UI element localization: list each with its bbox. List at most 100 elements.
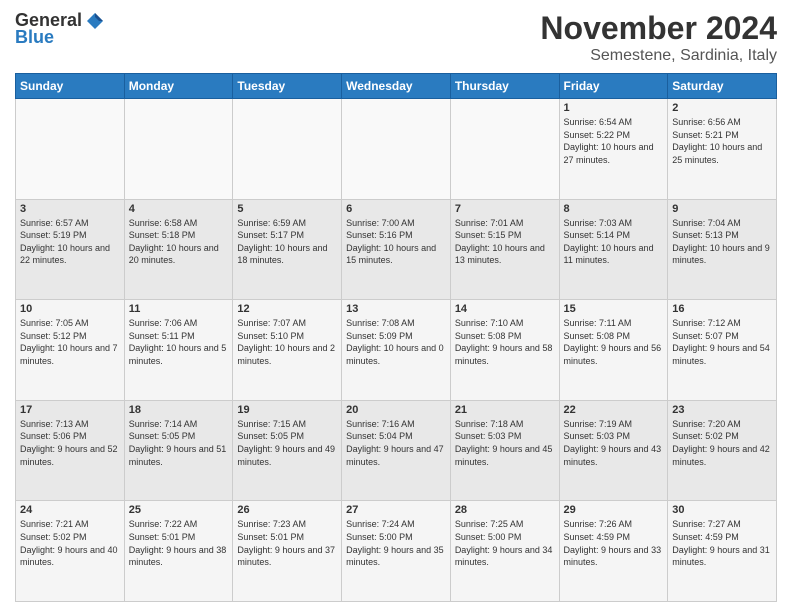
calendar-cell: 26 Sunrise: 7:23 AM Sunset: 5:01 PM Dayli… xyxy=(233,501,342,602)
day-number: 30 xyxy=(672,504,772,516)
calendar-cell: 12 Sunrise: 7:07 AM Sunset: 5:10 PM Dayli… xyxy=(233,300,342,401)
day-info: Sunrise: 7:05 AM Sunset: 5:12 PM Dayligh… xyxy=(20,317,120,367)
day-number: 16 xyxy=(672,303,772,315)
day-info: Sunrise: 7:18 AM Sunset: 5:03 PM Dayligh… xyxy=(455,418,555,468)
day-number: 7 xyxy=(455,203,555,215)
calendar-cell: 8 Sunrise: 7:03 AM Sunset: 5:14 PM Daylig… xyxy=(559,199,668,300)
day-header-saturday: Saturday xyxy=(668,74,777,99)
day-number: 5 xyxy=(237,203,337,215)
month-year: November 2024 xyxy=(540,10,777,47)
day-number: 9 xyxy=(672,203,772,215)
day-number: 4 xyxy=(129,203,229,215)
day-info: Sunrise: 7:03 AM Sunset: 5:14 PM Dayligh… xyxy=(564,217,664,267)
calendar-week-4: 17 Sunrise: 7:13 AM Sunset: 5:06 PM Dayli… xyxy=(16,400,777,501)
calendar-week-2: 3Sunrise: 6:57 AM Sunset: 5:19 PM Daylig… xyxy=(16,199,777,300)
day-info: Sunrise: 7:27 AM Sunset: 4:59 PM Dayligh… xyxy=(672,518,772,568)
title-block: November 2024 Semestene, Sardinia, Italy xyxy=(540,10,777,65)
calendar-cell: 22 Sunrise: 7:19 AM Sunset: 5:03 PM Dayli… xyxy=(559,400,668,501)
calendar-cell: 17 Sunrise: 7:13 AM Sunset: 5:06 PM Dayli… xyxy=(16,400,125,501)
day-info: Sunrise: 7:04 AM Sunset: 5:13 PM Dayligh… xyxy=(672,217,772,267)
day-info: Sunrise: 7:00 AM Sunset: 5:16 PM Dayligh… xyxy=(346,217,446,267)
day-info: Sunrise: 7:23 AM Sunset: 5:01 PM Dayligh… xyxy=(237,518,337,568)
calendar-cell: 20Sunrise: 7:16 AM Sunset: 5:04 PM Dayli… xyxy=(342,400,451,501)
day-number: 10 xyxy=(20,303,120,315)
day-info: Sunrise: 7:20 AM Sunset: 5:02 PM Dayligh… xyxy=(672,418,772,468)
calendar-cell: 7 Sunrise: 7:01 AM Sunset: 5:15 PM Daylig… xyxy=(450,199,559,300)
day-info: Sunrise: 7:11 AM Sunset: 5:08 PM Dayligh… xyxy=(564,317,664,367)
day-number: 1 xyxy=(564,102,664,114)
calendar-cell: 3Sunrise: 6:57 AM Sunset: 5:19 PM Daylig… xyxy=(16,199,125,300)
calendar-cell: 29 Sunrise: 7:26 AM Sunset: 4:59 PM Dayli… xyxy=(559,501,668,602)
calendar-cell: 21 Sunrise: 7:18 AM Sunset: 5:03 PM Dayli… xyxy=(450,400,559,501)
day-number: 18 xyxy=(129,404,229,416)
calendar-cell: 1Sunrise: 6:54 AM Sunset: 5:22 PM Daylig… xyxy=(559,99,668,200)
calendar-cell: 14Sunrise: 7:10 AM Sunset: 5:08 PM Dayli… xyxy=(450,300,559,401)
day-info: Sunrise: 7:01 AM Sunset: 5:15 PM Dayligh… xyxy=(455,217,555,267)
calendar-cell: 16 Sunrise: 7:12 AM Sunset: 5:07 PM Dayli… xyxy=(668,300,777,401)
day-number: 13 xyxy=(346,303,446,315)
day-header-friday: Friday xyxy=(559,74,668,99)
day-info: Sunrise: 7:19 AM Sunset: 5:03 PM Dayligh… xyxy=(564,418,664,468)
day-info: Sunrise: 7:13 AM Sunset: 5:06 PM Dayligh… xyxy=(20,418,120,468)
calendar-header-row: SundayMondayTuesdayWednesdayThursdayFrid… xyxy=(16,74,777,99)
day-number: 23 xyxy=(672,404,772,416)
calendar-cell: 28Sunrise: 7:25 AM Sunset: 5:00 PM Dayli… xyxy=(450,501,559,602)
day-number: 17 xyxy=(20,404,120,416)
calendar-cell xyxy=(450,99,559,200)
day-header-sunday: Sunday xyxy=(16,74,125,99)
calendar-cell: 18 Sunrise: 7:14 AM Sunset: 5:05 PM Dayli… xyxy=(124,400,233,501)
calendar-cell: 25 Sunrise: 7:22 AM Sunset: 5:01 PM Dayli… xyxy=(124,501,233,602)
day-info: Sunrise: 7:12 AM Sunset: 5:07 PM Dayligh… xyxy=(672,317,772,367)
day-number: 25 xyxy=(129,504,229,516)
day-info: Sunrise: 7:25 AM Sunset: 5:00 PM Dayligh… xyxy=(455,518,555,568)
calendar-cell: 11Sunrise: 7:06 AM Sunset: 5:11 PM Dayli… xyxy=(124,300,233,401)
calendar-cell: 4 Sunrise: 6:58 AM Sunset: 5:18 PM Daylig… xyxy=(124,199,233,300)
calendar-cell: 5Sunrise: 6:59 AM Sunset: 5:17 PM Daylig… xyxy=(233,199,342,300)
calendar-cell: 2Sunrise: 6:56 AM Sunset: 5:21 PM Daylig… xyxy=(668,99,777,200)
calendar-cell xyxy=(233,99,342,200)
day-number: 29 xyxy=(564,504,664,516)
day-info: Sunrise: 7:14 AM Sunset: 5:05 PM Dayligh… xyxy=(129,418,229,468)
day-info: Sunrise: 7:08 AM Sunset: 5:09 PM Dayligh… xyxy=(346,317,446,367)
calendar-cell: 10 Sunrise: 7:05 AM Sunset: 5:12 PM Dayli… xyxy=(16,300,125,401)
day-info: Sunrise: 7:07 AM Sunset: 5:10 PM Dayligh… xyxy=(237,317,337,367)
day-number: 12 xyxy=(237,303,337,315)
calendar-cell: 15Sunrise: 7:11 AM Sunset: 5:08 PM Dayli… xyxy=(559,300,668,401)
day-info: Sunrise: 7:24 AM Sunset: 5:00 PM Dayligh… xyxy=(346,518,446,568)
day-header-wednesday: Wednesday xyxy=(342,74,451,99)
day-info: Sunrise: 7:26 AM Sunset: 4:59 PM Dayligh… xyxy=(564,518,664,568)
calendar-cell: 23 Sunrise: 7:20 AM Sunset: 5:02 PM Dayli… xyxy=(668,400,777,501)
day-info: Sunrise: 6:58 AM Sunset: 5:18 PM Dayligh… xyxy=(129,217,229,267)
day-header-tuesday: Tuesday xyxy=(233,74,342,99)
calendar-cell: 27 Sunrise: 7:24 AM Sunset: 5:00 PM Dayli… xyxy=(342,501,451,602)
day-number: 21 xyxy=(455,404,555,416)
day-number: 27 xyxy=(346,504,446,516)
calendar-cell: 30 Sunrise: 7:27 AM Sunset: 4:59 PM Dayli… xyxy=(668,501,777,602)
calendar-cell: 24Sunrise: 7:21 AM Sunset: 5:02 PM Dayli… xyxy=(16,501,125,602)
calendar-cell xyxy=(124,99,233,200)
day-number: 6 xyxy=(346,203,446,215)
day-header-monday: Monday xyxy=(124,74,233,99)
calendar-week-5: 24Sunrise: 7:21 AM Sunset: 5:02 PM Dayli… xyxy=(16,501,777,602)
calendar-cell xyxy=(16,99,125,200)
day-number: 22 xyxy=(564,404,664,416)
calendar-cell: 19Sunrise: 7:15 AM Sunset: 5:05 PM Dayli… xyxy=(233,400,342,501)
logo: General Blue xyxy=(15,10,105,48)
day-number: 26 xyxy=(237,504,337,516)
day-info: Sunrise: 6:57 AM Sunset: 5:19 PM Dayligh… xyxy=(20,217,120,267)
day-info: Sunrise: 7:22 AM Sunset: 5:01 PM Dayligh… xyxy=(129,518,229,568)
page: General Blue November 2024 Semestene, Sa… xyxy=(0,0,792,612)
day-number: 8 xyxy=(564,203,664,215)
day-number: 14 xyxy=(455,303,555,315)
logo-icon xyxy=(85,11,105,31)
day-info: Sunrise: 7:16 AM Sunset: 5:04 PM Dayligh… xyxy=(346,418,446,468)
day-header-thursday: Thursday xyxy=(450,74,559,99)
calendar-week-1: 1Sunrise: 6:54 AM Sunset: 5:22 PM Daylig… xyxy=(16,99,777,200)
calendar-cell: 9 Sunrise: 7:04 AM Sunset: 5:13 PM Daylig… xyxy=(668,199,777,300)
day-info: Sunrise: 7:15 AM Sunset: 5:05 PM Dayligh… xyxy=(237,418,337,468)
day-info: Sunrise: 7:21 AM Sunset: 5:02 PM Dayligh… xyxy=(20,518,120,568)
logo-blue: Blue xyxy=(15,27,54,48)
location: Semestene, Sardinia, Italy xyxy=(540,47,777,65)
header: General Blue November 2024 Semestene, Sa… xyxy=(15,10,777,65)
calendar-cell: 13 Sunrise: 7:08 AM Sunset: 5:09 PM Dayli… xyxy=(342,300,451,401)
